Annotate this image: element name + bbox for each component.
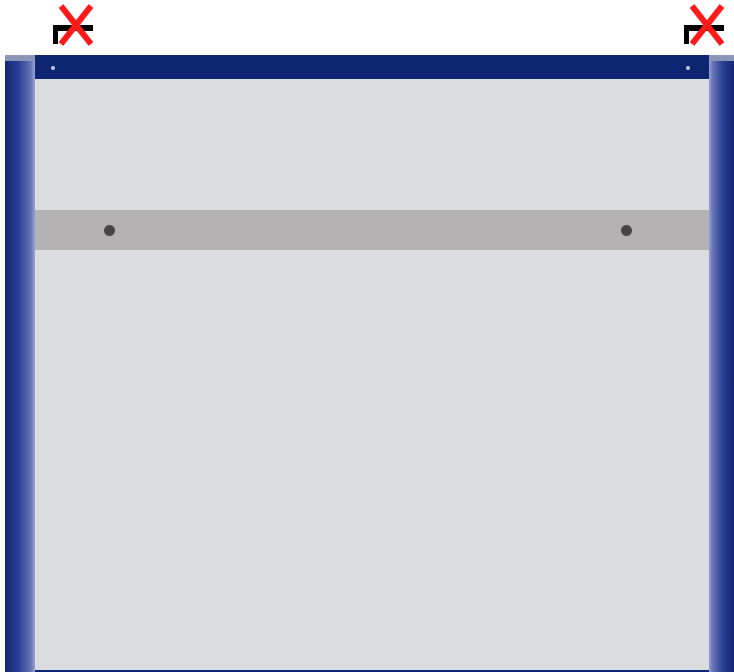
board-panel [35,79,709,670]
left-post-cap [5,55,35,61]
top-rail [35,55,709,79]
corner-x-icon [53,4,94,46]
frame [5,55,734,672]
right-post-cap [709,55,734,61]
canvas [0,0,734,672]
rail-screw-left [51,66,55,70]
right-corner-marker [684,2,728,48]
mounting-hole-right [621,225,632,236]
left-post [5,55,35,672]
right-post [709,55,734,672]
rail-screw-right [686,66,690,70]
corner-x-icon [684,4,725,46]
left-corner-marker [53,2,97,48]
mounting-band [35,210,709,250]
mounting-hole-left [104,225,115,236]
